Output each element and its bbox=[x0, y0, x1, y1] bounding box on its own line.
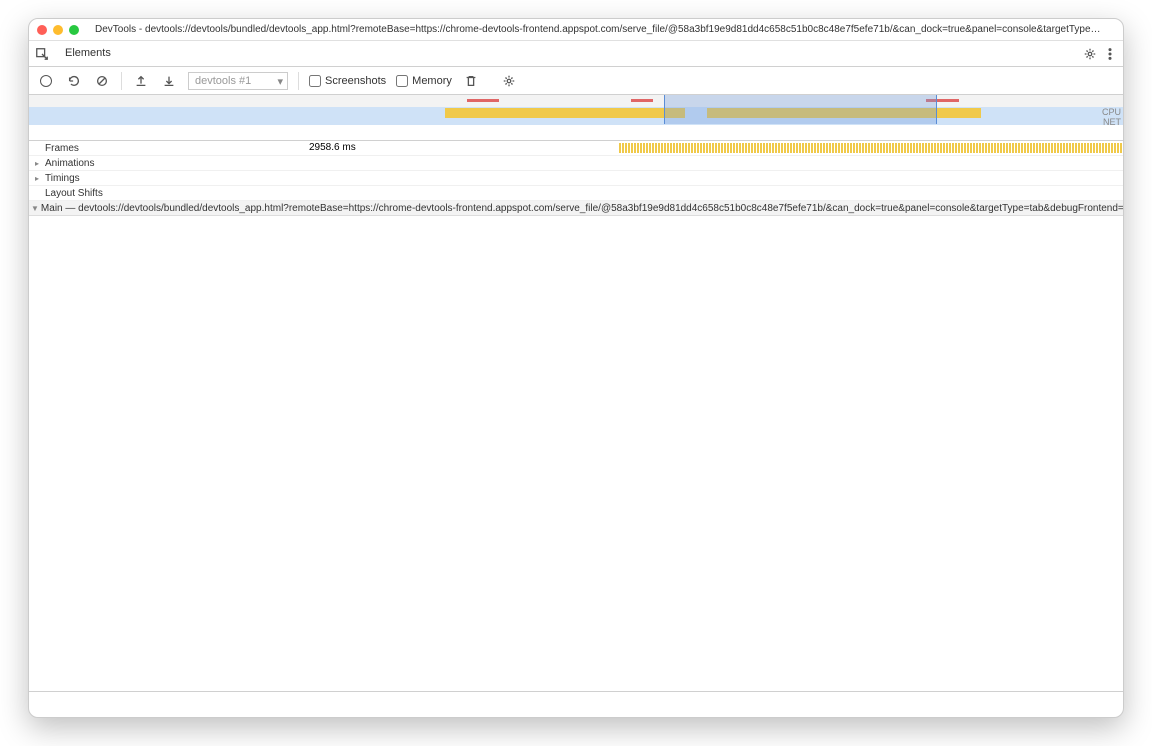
main-thread-header[interactable]: ▼Main — devtools://devtools/bundled/devt… bbox=[29, 201, 1123, 216]
upload-icon[interactable] bbox=[132, 72, 150, 90]
performance-toolbar: devtools #1 Screenshots Memory bbox=[29, 67, 1123, 95]
cpu-label: CPU bbox=[1102, 107, 1121, 117]
session-selector[interactable]: devtools #1 bbox=[188, 72, 288, 90]
reload-icon[interactable] bbox=[65, 72, 83, 90]
frames-track[interactable]: Frames 2958.6 ms bbox=[29, 141, 1123, 156]
more-vert-icon[interactable] bbox=[1101, 45, 1119, 63]
download-icon[interactable] bbox=[160, 72, 178, 90]
overview-minimap[interactable]: CPU NET bbox=[29, 95, 1123, 125]
minimize-icon[interactable] bbox=[53, 25, 63, 35]
devtools-window: DevTools - devtools://devtools/bundled/d… bbox=[28, 18, 1124, 718]
record-button[interactable] bbox=[37, 72, 55, 90]
close-icon[interactable] bbox=[37, 25, 47, 35]
layout-shifts-track[interactable]: Layout Shifts bbox=[29, 186, 1123, 201]
window-title: DevTools - devtools://devtools/bundled/d… bbox=[85, 24, 1115, 35]
tab-elements[interactable]: Elements bbox=[55, 43, 121, 65]
clear-icon[interactable] bbox=[93, 72, 111, 90]
zoom-icon[interactable] bbox=[69, 25, 79, 35]
frame-duration: 2958.6 ms bbox=[309, 142, 356, 153]
screenshots-checkbox[interactable]: Screenshots bbox=[309, 75, 386, 87]
traffic-lights bbox=[37, 25, 79, 35]
time-ruler[interactable] bbox=[29, 125, 1123, 141]
details-tabs bbox=[29, 691, 1123, 717]
flame-chart[interactable] bbox=[29, 216, 1123, 691]
panel-tabs: Elements bbox=[29, 41, 1123, 67]
timings-track[interactable]: ▸Timings bbox=[29, 171, 1123, 186]
memory-checkbox[interactable]: Memory bbox=[396, 75, 452, 87]
trash-icon[interactable] bbox=[462, 72, 480, 90]
settings-gear-icon[interactable] bbox=[1081, 45, 1099, 63]
inspect-icon[interactable] bbox=[33, 45, 51, 63]
panel-settings-icon[interactable] bbox=[500, 72, 518, 90]
animations-track[interactable]: ▸Animations bbox=[29, 156, 1123, 171]
titlebar: DevTools - devtools://devtools/bundled/d… bbox=[29, 19, 1123, 41]
tracks-panel: Frames 2958.6 ms ▸Animations ▸Timings La… bbox=[29, 141, 1123, 691]
